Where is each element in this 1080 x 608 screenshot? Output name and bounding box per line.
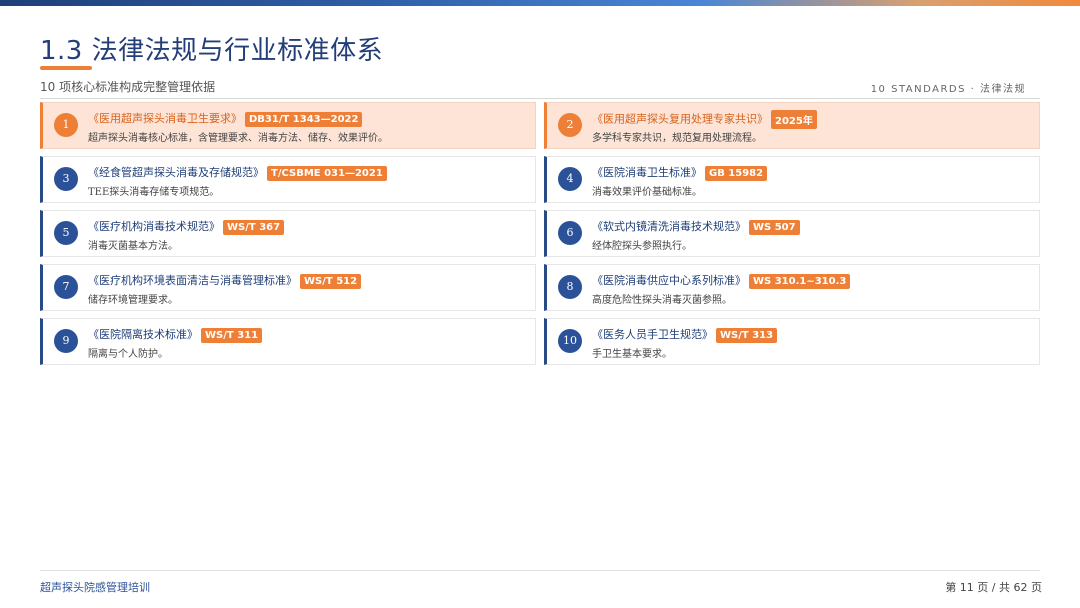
page-title: 1.3 法律法规与行业标准体系 xyxy=(40,36,384,66)
standard-card-7: 7 《医疗机构环境表面清洁与消毒管理标准》 WS/T 512 储存环境管理要求。 xyxy=(40,264,536,311)
standard-name: 《医务人员手卫生规范》 xyxy=(592,328,713,341)
footer-divider xyxy=(40,570,1040,571)
standard-code: WS 507 xyxy=(749,219,800,235)
number-badge: 1 xyxy=(54,113,78,137)
standard-title: 《医用超声探头消毒卫生要求》 DB31/T 1343—2022 xyxy=(88,110,363,127)
standard-name: 《医用超声探头复用处理专家共识》 xyxy=(592,112,768,126)
standard-name: 《医院隔离技术标准》 xyxy=(88,328,198,341)
standard-code: GB 15982 xyxy=(705,165,768,181)
standard-card-4: 4 《医院消毒卫生标准》 GB 15982 消毒效果评价基础标准。 xyxy=(544,156,1040,203)
number-badge: 6 xyxy=(558,221,582,245)
number-badge: 3 xyxy=(54,167,78,191)
standard-title: 《医疗机构消毒技术规范》 WS/T 367 xyxy=(88,218,285,235)
header-divider xyxy=(40,98,1040,99)
standard-description: 储存环境管理要求。 xyxy=(88,295,178,306)
standard-card-8: 8 《医院消毒供应中心系列标准》 WS 310.1~310.3 高度危险性探头消毒… xyxy=(544,264,1040,311)
standard-name: 《经食管超声探头消毒及存储规范》 xyxy=(88,166,264,179)
standard-card-6: 6 《软式内镜清洗消毒技术规范》 WS 507 经体腔探头参照执行。 xyxy=(544,210,1040,257)
standard-name: 《软式内镜清洗消毒技术规范》 xyxy=(592,220,746,233)
standard-title: 《经食管超声探头消毒及存储规范》 T/CSBME 031—2021 xyxy=(88,164,387,181)
number-badge: 5 xyxy=(54,221,78,245)
number-badge: 2 xyxy=(558,113,582,137)
standard-title: 《医用超声探头复用处理专家共识》 2025年 xyxy=(592,110,817,129)
standard-description: 高度危险性探头消毒灭菌参照。 xyxy=(592,295,732,306)
standard-description: 消毒灭菌基本方法。 xyxy=(88,241,178,252)
standard-name: 《医疗机构环境表面清洁与消毒管理标准》 xyxy=(88,274,297,287)
title-underline xyxy=(40,66,92,70)
standard-name: 《医院消毒供应中心系列标准》 xyxy=(592,274,746,287)
standard-code: WS/T 313 xyxy=(716,327,778,343)
standard-code: WS/T 512 xyxy=(300,273,362,289)
standard-description: 消毒效果评价基础标准。 xyxy=(592,187,702,198)
number-badge: 10 xyxy=(558,329,582,353)
top-gradient-bar xyxy=(0,0,1080,6)
standard-title: 《医院消毒卫生标准》 GB 15982 xyxy=(592,164,768,181)
standard-title: 《医院隔离技术标准》 WS/T 311 xyxy=(88,326,263,343)
standard-card-5: 5 《医疗机构消毒技术规范》 WS/T 367 消毒灭菌基本方法。 xyxy=(40,210,536,257)
section-tag: 10 STANDARDS · 法律法规 xyxy=(870,84,1026,95)
standard-card-9: 9 《医院隔离技术标准》 WS/T 311 隔离与个人防护。 xyxy=(40,318,536,365)
standard-code: T/CSBME 031—2021 xyxy=(267,165,387,181)
standard-card-10: 10 《医务人员手卫生规范》 WS/T 313 手卫生基本要求。 xyxy=(544,318,1040,365)
number-badge: 4 xyxy=(558,167,582,191)
standard-card-2: 2 《医用超声探头复用处理专家共识》 2025年 多学科专家共识，规范复用处理流程… xyxy=(544,102,1040,149)
standard-description: 多学科专家共识，规范复用处理流程。 xyxy=(592,133,762,144)
standard-description: 超声探头消毒核心标准，含管理要求、消毒方法、储存、效果评价。 xyxy=(88,133,388,144)
standard-name: 《医疗机构消毒技术规范》 xyxy=(88,220,220,233)
standard-description: 隔离与个人防护。 xyxy=(88,349,168,360)
standard-code: WS/T 367 xyxy=(223,219,285,235)
page-number: 第 11 页 / 共 62 页 xyxy=(945,581,1042,594)
standard-code: 2025年 xyxy=(771,110,817,129)
standard-description: 手卫生基本要求。 xyxy=(592,349,672,360)
standard-name: 《医院消毒卫生标准》 xyxy=(592,166,702,179)
standard-description: TEE探头消毒存储专项规范。 xyxy=(88,187,220,198)
standard-title: 《医疗机构环境表面清洁与消毒管理标准》 WS/T 512 xyxy=(88,272,362,289)
standard-code: DB31/T 1343—2022 xyxy=(245,111,363,127)
number-badge: 7 xyxy=(54,275,78,299)
standard-title: 《医务人员手卫生规范》 WS/T 313 xyxy=(592,326,778,343)
standard-title: 《医院消毒供应中心系列标准》 WS 310.1~310.3 xyxy=(592,272,851,289)
number-badge: 9 xyxy=(54,329,78,353)
standard-card-1: 1 《医用超声探头消毒卫生要求》 DB31/T 1343—2022 超声探头消毒核… xyxy=(40,102,536,149)
standard-name: 《医用超声探头消毒卫生要求》 xyxy=(88,112,242,125)
standard-code: WS/T 311 xyxy=(201,327,263,343)
standard-description: 经体腔探头参照执行。 xyxy=(592,241,692,252)
page-subtitle: 10 项核心标准构成完整管理依据 xyxy=(40,80,216,94)
standard-code: WS 310.1~310.3 xyxy=(749,273,851,289)
standard-card-3: 3 《经食管超声探头消毒及存储规范》 T/CSBME 031—2021 TEE探头… xyxy=(40,156,536,203)
footer-course-name: 超声探头院感管理培训 xyxy=(40,581,150,594)
number-badge: 8 xyxy=(558,275,582,299)
standard-title: 《软式内镜清洗消毒技术规范》 WS 507 xyxy=(592,218,800,235)
